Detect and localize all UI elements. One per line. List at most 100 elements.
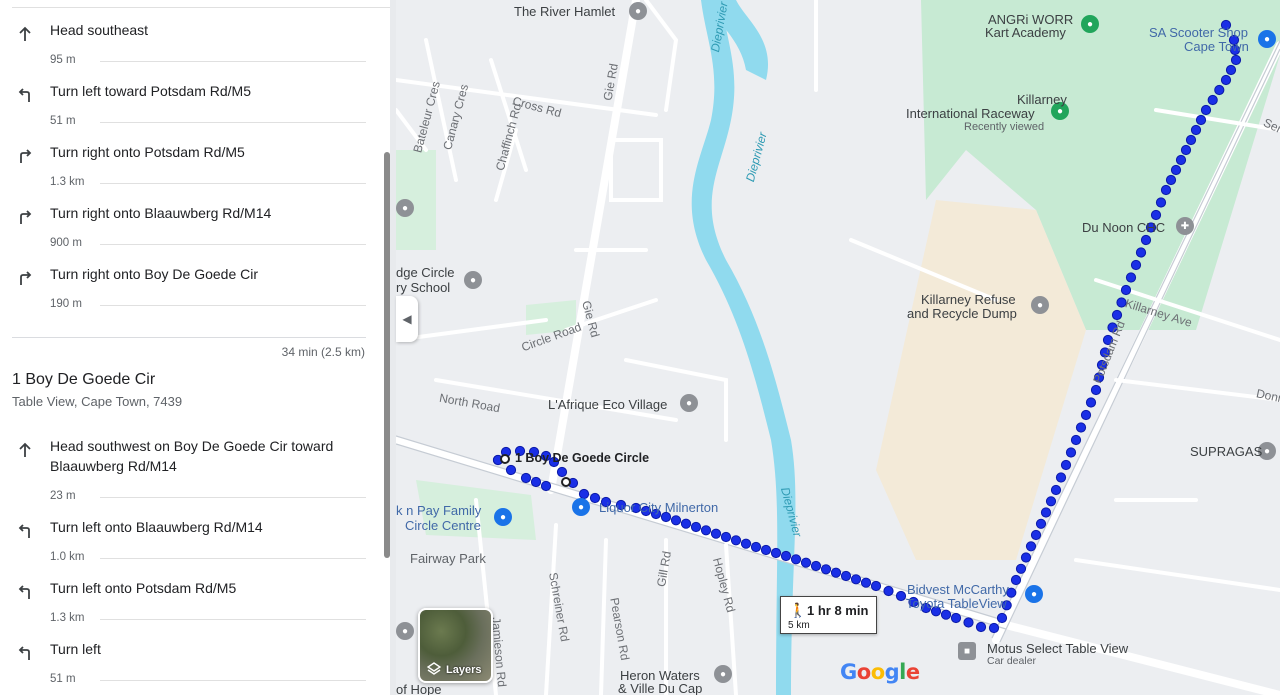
route-dot [820,564,832,575]
route-dot [1230,54,1242,66]
step-instruction: Turn left toward Potsdam Rd/M5 [50,83,252,99]
shopping-cart-icon[interactable]: ● [494,508,512,526]
divider [100,305,366,306]
place-label[interactable]: International Raceway [906,106,1035,121]
walking-person-icon: 🚶 [789,602,807,618]
route-dot [700,525,712,536]
route-dot [850,574,862,585]
route-dot [1214,84,1225,96]
travel-time-callout[interactable]: 🚶 1 hr 8 min 5 km [780,596,877,634]
category-label: Car dealer [987,655,1037,667]
straight-arrow-icon [14,439,36,461]
step-distance: 190 m [50,298,82,310]
place-label[interactable]: Liquor City Milnerton [599,500,718,515]
location-pin-icon[interactable]: ● [680,394,698,412]
place-label[interactable]: and Recycle Dump [907,306,1017,321]
route-dot [940,609,952,620]
route-dot [1020,552,1032,563]
place-label[interactable]: SA Scooter Shop [1149,25,1248,40]
step-instruction: Turn right onto Boy De Goede Cir [50,266,259,282]
route-dot [720,531,732,543]
step-instruction: Head southeast [50,22,149,38]
place-label[interactable]: k n Pay Family [396,503,481,518]
place-label[interactable]: Fairway Park [410,551,486,566]
route-dot [1045,496,1057,507]
location-pin-icon[interactable]: ● [714,665,732,683]
route-dot [690,521,702,533]
place-label[interactable]: of Hope [396,682,442,695]
divider [100,558,366,559]
location-pin-icon[interactable]: ● [1031,296,1049,314]
route-dot [895,590,907,602]
route-dot [1065,447,1077,458]
turn-left-icon [14,520,36,542]
route-dot [1130,259,1142,271]
divider [100,244,366,245]
route-dot [1080,409,1092,421]
panel-scrollbar[interactable] [384,152,390,558]
route-dot [1155,197,1167,208]
step-instruction: Turn left [50,641,101,657]
route-dot [1060,459,1072,471]
divider [100,122,366,123]
place-label[interactable]: Cape Town [1184,39,1249,54]
place-label[interactable]: Killarney Refuse [921,292,1016,307]
place-label[interactable]: ry School [396,280,450,295]
leg-summary: 34 min (2.5 km) [281,345,365,359]
route-dot [1040,507,1052,518]
place-label[interactable]: Bidvest McCarthy [907,582,1009,597]
collapse-panel-button[interactable]: ◀ [396,296,418,342]
route-dot [1125,272,1137,283]
car-dealer-icon[interactable]: ■ [958,642,976,660]
route-dot [1030,529,1042,541]
step-distance: 1.3 km [50,176,85,188]
route-dot [1195,114,1207,126]
turn-left-icon [14,642,36,664]
step-instruction: Turn left onto Potsdam Rd/M5 [50,580,237,596]
hospital-icon[interactable]: ✚ [1176,217,1194,235]
school-icon[interactable]: ● [464,271,482,289]
divider [100,619,366,620]
route-dot [1035,518,1047,529]
place-label[interactable]: L'Afrique Eco Village [548,397,667,412]
place-label[interactable]: Du Noon CHC [1082,220,1165,235]
straight-arrow-icon [14,23,36,45]
location-pin-icon[interactable]: ● [396,622,414,640]
place-label[interactable]: & Ville Du Cap [618,681,702,695]
route-dot [1070,434,1082,446]
place-label[interactable]: SUPRAGAS [1190,444,1262,459]
divider [12,7,390,8]
route-dot [1170,164,1182,176]
shopping-bag-icon[interactable]: ● [572,498,590,516]
destination-label[interactable]: 1 Boy De Goede Circle [515,451,649,465]
river [691,0,796,695]
place-label[interactable]: Killarney [1017,92,1067,107]
location-pin-icon[interactable]: ● [629,2,647,20]
place-label[interactable]: Circle Centre [405,518,481,533]
route-dot [840,570,852,582]
route-dot [830,567,842,578]
location-pin-icon[interactable]: ● [1081,15,1099,33]
step-distance: 51 m [50,115,76,127]
step-distance: 1.0 km [50,551,85,563]
route-dot [1090,384,1102,396]
place-label[interactable]: Kart Academy [985,25,1066,40]
route-dot [963,617,974,628]
route-dot [540,480,552,492]
route-dot [505,464,517,476]
school-icon[interactable]: ● [396,199,414,217]
layers-button[interactable]: Layers [418,608,493,683]
place-label[interactable]: Motus Select Table View [987,641,1128,656]
place-label[interactable]: Toyota TableView [906,596,1007,611]
place-label[interactable]: dge Circle [396,265,455,280]
shopping-bag-icon[interactable]: ● [1025,585,1043,603]
map-canvas[interactable]: ● ● ● ✚ ● ● ● ● ● ● ● ● ● ● ■ ● The Rive… [396,0,1280,695]
shopping-bag-icon[interactable]: ● [1258,30,1276,48]
route-dot [1150,209,1162,221]
step-distance: 95 m [50,54,76,66]
route-dot [1010,574,1022,586]
place-label[interactable]: The River Hamlet [514,4,615,19]
route-dot [1185,134,1197,146]
route-dot [730,535,742,546]
divider [100,61,366,62]
